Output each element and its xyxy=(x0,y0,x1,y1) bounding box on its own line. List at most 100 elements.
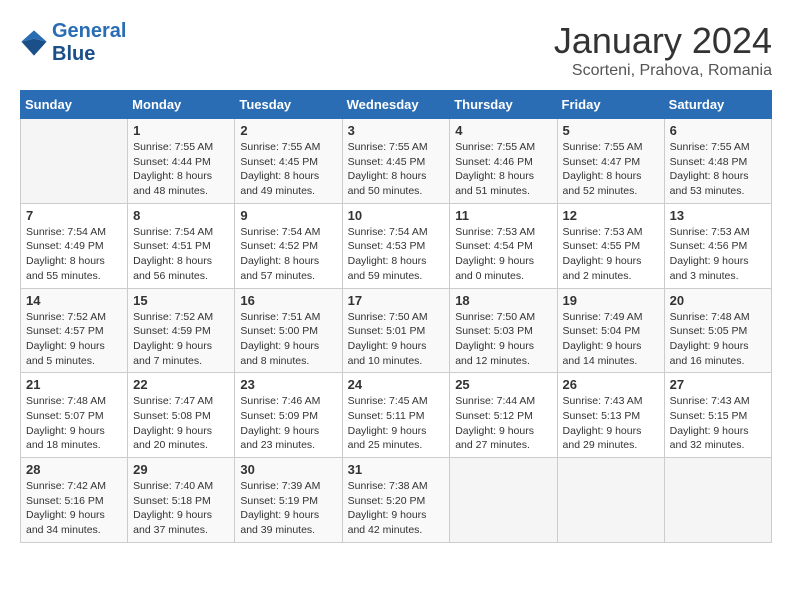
logo: General Blue xyxy=(20,20,126,66)
day-info: Sunrise: 7:54 AMSunset: 4:53 PMDaylight:… xyxy=(348,225,445,284)
day-number: 17 xyxy=(348,293,445,308)
day-cell: 20Sunrise: 7:48 AMSunset: 5:05 PMDayligh… xyxy=(664,288,771,373)
day-number: 19 xyxy=(563,293,659,308)
day-cell: 13 Sunrise: 7:53 AMSunset: 4:56 PMDayligh… xyxy=(664,203,771,288)
col-header-tuesday: Tuesday xyxy=(235,91,342,119)
day-cell: 28Sunrise: 7:42 AMSunset: 5:16 PMDayligh… xyxy=(21,458,128,543)
day-cell: 1 Sunrise: 7:55 AMSunset: 4:44 PMDaylight… xyxy=(128,119,235,204)
day-number: 20 xyxy=(670,293,766,308)
week-row-1: 7 Sunrise: 7:54 AMSunset: 4:49 PMDaylight… xyxy=(21,203,772,288)
day-info: Sunrise: 7:47 AMSunset: 5:08 PMDaylight:… xyxy=(133,394,229,453)
title-block: January 2024 Scorteni, Prahova, Romania xyxy=(554,20,772,80)
day-cell: 29Sunrise: 7:40 AMSunset: 5:18 PMDayligh… xyxy=(128,458,235,543)
day-number: 23 xyxy=(240,377,336,392)
day-number: 25 xyxy=(455,377,551,392)
day-cell: 3 Sunrise: 7:55 AMSunset: 4:45 PMDaylight… xyxy=(342,119,450,204)
day-number: 11 xyxy=(455,208,551,223)
logo-line2: Blue xyxy=(52,43,126,66)
header-row: SundayMondayTuesdayWednesdayThursdayFrid… xyxy=(21,91,772,119)
day-info: Sunrise: 7:53 AMSunset: 4:56 PMDaylight:… xyxy=(670,225,766,284)
day-number: 5 xyxy=(563,123,659,138)
day-cell xyxy=(21,119,128,204)
col-header-friday: Friday xyxy=(557,91,664,119)
day-cell: 8 Sunrise: 7:54 AMSunset: 4:51 PMDaylight… xyxy=(128,203,235,288)
day-info: Sunrise: 7:55 AMSunset: 4:47 PMDaylight:… xyxy=(563,140,659,199)
day-info: Sunrise: 7:39 AMSunset: 5:19 PMDaylight:… xyxy=(240,479,336,538)
col-header-sunday: Sunday xyxy=(21,91,128,119)
day-number: 8 xyxy=(133,208,229,223)
day-number: 21 xyxy=(26,377,122,392)
day-cell: 14 Sunrise: 7:52 AMSunset: 4:57 PMDayligh… xyxy=(21,288,128,373)
day-info: Sunrise: 7:50 AMSunset: 5:03 PMDaylight:… xyxy=(455,310,551,369)
day-info: Sunrise: 7:54 AMSunset: 4:51 PMDaylight:… xyxy=(133,225,229,284)
day-cell: 21 Sunrise: 7:48 AMSunset: 5:07 PMDayligh… xyxy=(21,373,128,458)
day-info: Sunrise: 7:42 AMSunset: 5:16 PMDaylight:… xyxy=(26,479,122,538)
day-number: 22 xyxy=(133,377,229,392)
day-info: Sunrise: 7:55 AMSunset: 4:46 PMDaylight:… xyxy=(455,140,551,199)
day-cell: 18Sunrise: 7:50 AMSunset: 5:03 PMDayligh… xyxy=(450,288,557,373)
day-cell: 5 Sunrise: 7:55 AMSunset: 4:47 PMDaylight… xyxy=(557,119,664,204)
day-number: 27 xyxy=(670,377,766,392)
day-number: 7 xyxy=(26,208,122,223)
day-cell: 6 Sunrise: 7:55 AMSunset: 4:48 PMDaylight… xyxy=(664,119,771,204)
day-number: 16 xyxy=(240,293,336,308)
day-number: 10 xyxy=(348,208,445,223)
week-row-2: 14 Sunrise: 7:52 AMSunset: 4:57 PMDayligh… xyxy=(21,288,772,373)
week-row-4: 28Sunrise: 7:42 AMSunset: 5:16 PMDayligh… xyxy=(21,458,772,543)
day-info: Sunrise: 7:55 AMSunset: 4:44 PMDaylight:… xyxy=(133,140,229,199)
day-number: 31 xyxy=(348,462,445,477)
day-number: 1 xyxy=(133,123,229,138)
day-cell: 19 Sunrise: 7:49 AMSunset: 5:04 PMDayligh… xyxy=(557,288,664,373)
day-cell: 27Sunrise: 7:43 AMSunset: 5:15 PMDayligh… xyxy=(664,373,771,458)
day-cell: 22 Sunrise: 7:47 AMSunset: 5:08 PMDayligh… xyxy=(128,373,235,458)
day-number: 14 xyxy=(26,293,122,308)
day-number: 2 xyxy=(240,123,336,138)
calendar-table: SundayMondayTuesdayWednesdayThursdayFrid… xyxy=(20,90,772,543)
day-cell: 31 Sunrise: 7:38 AMSunset: 5:20 PMDayligh… xyxy=(342,458,450,543)
day-cell: 10 Sunrise: 7:54 AMSunset: 4:53 PMDayligh… xyxy=(342,203,450,288)
day-info: Sunrise: 7:53 AMSunset: 4:55 PMDaylight:… xyxy=(563,225,659,284)
logo-line1: General xyxy=(52,20,126,43)
day-cell: 4 Sunrise: 7:55 AMSunset: 4:46 PMDaylight… xyxy=(450,119,557,204)
day-cell xyxy=(450,458,557,543)
day-cell: 30Sunrise: 7:39 AMSunset: 5:19 PMDayligh… xyxy=(235,458,342,543)
day-info: Sunrise: 7:52 AMSunset: 4:59 PMDaylight:… xyxy=(133,310,229,369)
day-number: 29 xyxy=(133,462,229,477)
day-info: Sunrise: 7:49 AMSunset: 5:04 PMDaylight:… xyxy=(563,310,659,369)
day-cell: 23Sunrise: 7:46 AMSunset: 5:09 PMDayligh… xyxy=(235,373,342,458)
day-cell: 16 Sunrise: 7:51 AMSunset: 5:00 PMDayligh… xyxy=(235,288,342,373)
col-header-wednesday: Wednesday xyxy=(342,91,450,119)
day-info: Sunrise: 7:51 AMSunset: 5:00 PMDaylight:… xyxy=(240,310,336,369)
location-subtitle: Scorteni, Prahova, Romania xyxy=(554,62,772,80)
day-number: 4 xyxy=(455,123,551,138)
day-info: Sunrise: 7:55 AMSunset: 4:45 PMDaylight:… xyxy=(240,140,336,199)
day-number: 26 xyxy=(563,377,659,392)
week-row-0: 1 Sunrise: 7:55 AMSunset: 4:44 PMDaylight… xyxy=(21,119,772,204)
day-number: 13 xyxy=(670,208,766,223)
day-cell: 11Sunrise: 7:53 AMSunset: 4:54 PMDayligh… xyxy=(450,203,557,288)
day-info: Sunrise: 7:45 AMSunset: 5:11 PMDaylight:… xyxy=(348,394,445,453)
day-number: 24 xyxy=(348,377,445,392)
day-info: Sunrise: 7:48 AMSunset: 5:07 PMDaylight:… xyxy=(26,394,122,453)
day-number: 15 xyxy=(133,293,229,308)
day-number: 3 xyxy=(348,123,445,138)
day-number: 9 xyxy=(240,208,336,223)
day-info: Sunrise: 7:44 AMSunset: 5:12 PMDaylight:… xyxy=(455,394,551,453)
day-cell: 26Sunrise: 7:43 AMSunset: 5:13 PMDayligh… xyxy=(557,373,664,458)
day-cell: 12Sunrise: 7:53 AMSunset: 4:55 PMDayligh… xyxy=(557,203,664,288)
col-header-saturday: Saturday xyxy=(664,91,771,119)
month-title: January 2024 xyxy=(554,20,772,62)
day-info: Sunrise: 7:55 AMSunset: 4:45 PMDaylight:… xyxy=(348,140,445,199)
day-info: Sunrise: 7:55 AMSunset: 4:48 PMDaylight:… xyxy=(670,140,766,199)
day-info: Sunrise: 7:54 AMSunset: 4:52 PMDaylight:… xyxy=(240,225,336,284)
day-number: 6 xyxy=(670,123,766,138)
day-cell: 2 Sunrise: 7:55 AMSunset: 4:45 PMDaylight… xyxy=(235,119,342,204)
day-info: Sunrise: 7:54 AMSunset: 4:49 PMDaylight:… xyxy=(26,225,122,284)
day-info: Sunrise: 7:52 AMSunset: 4:57 PMDaylight:… xyxy=(26,310,122,369)
day-info: Sunrise: 7:38 AMSunset: 5:20 PMDaylight:… xyxy=(348,479,445,538)
day-cell xyxy=(664,458,771,543)
col-header-monday: Monday xyxy=(128,91,235,119)
day-cell xyxy=(557,458,664,543)
page-header: General Blue January 2024 Scorteni, Prah… xyxy=(20,20,772,80)
col-header-thursday: Thursday xyxy=(450,91,557,119)
